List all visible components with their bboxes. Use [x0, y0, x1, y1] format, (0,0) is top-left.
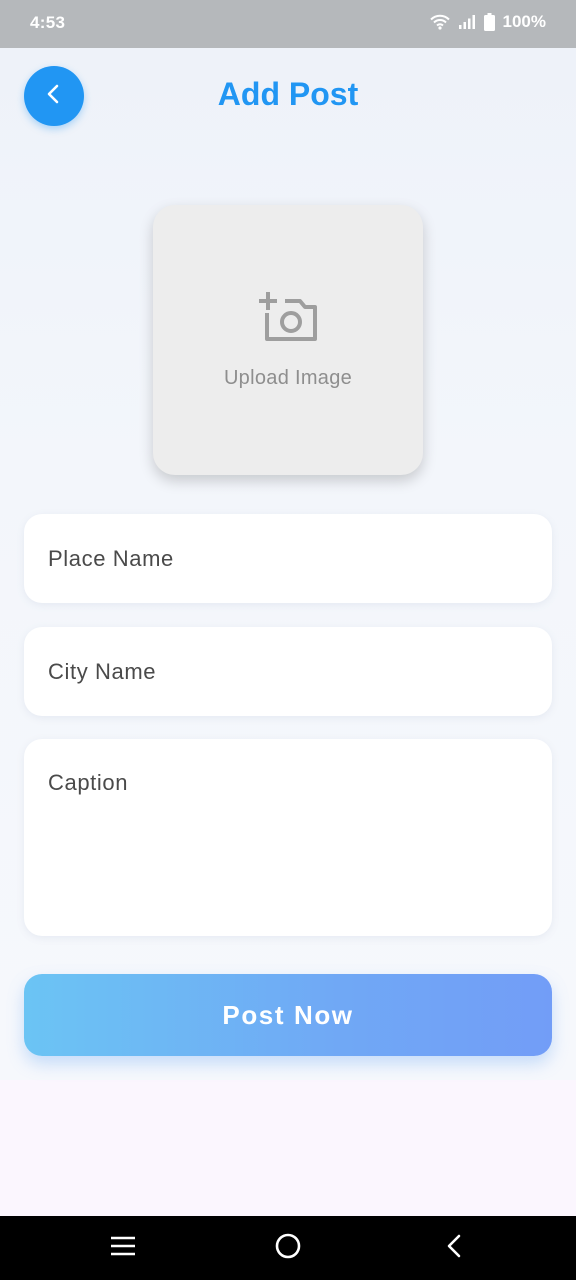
system-navigation-bar	[0, 1216, 576, 1280]
status-bar: 4:53 100%	[0, 0, 576, 48]
add-post-screen: Add Post Upload Image Post Now	[0, 48, 576, 1080]
system-back-button[interactable]	[439, 1234, 469, 1262]
home-button[interactable]	[273, 1232, 303, 1265]
add-photo-camera-icon	[257, 289, 319, 352]
post-now-button[interactable]: Post Now	[24, 974, 552, 1056]
city-name-field[interactable]	[24, 627, 552, 716]
page-title: Add Post	[217, 76, 359, 112]
signal-icon	[458, 14, 476, 30]
recent-apps-button[interactable]	[108, 1234, 138, 1262]
status-icons: 100%	[429, 12, 546, 32]
place-name-field[interactable]	[24, 514, 552, 603]
status-time: 4:53	[30, 13, 66, 32]
place-name-input[interactable]	[24, 514, 552, 603]
caption-field[interactable]	[24, 739, 552, 936]
caption-input[interactable]	[24, 739, 552, 936]
menu-icon	[109, 1235, 137, 1262]
wifi-icon	[429, 14, 450, 30]
upload-image-label: Upload Image	[223, 367, 353, 389]
home-icon	[274, 1232, 302, 1265]
city-name-input[interactable]	[24, 627, 552, 716]
battery-percent: 100%	[502, 12, 546, 31]
back-icon	[444, 1233, 464, 1264]
battery-icon	[483, 13, 495, 31]
upload-image-button[interactable]: Upload Image	[153, 205, 423, 475]
